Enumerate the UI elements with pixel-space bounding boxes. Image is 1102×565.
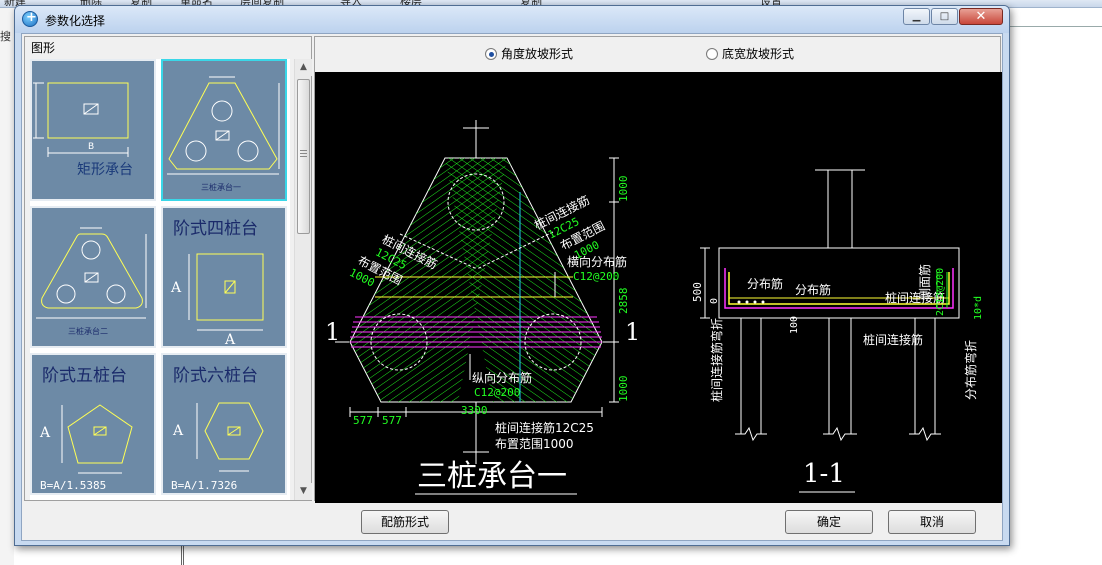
four-pile-cap-label: 阶式四桩台 [173, 219, 258, 239]
drawing-title: 三桩承台一 [417, 459, 567, 494]
four-pile-cap-dim-side: A [170, 280, 182, 296]
four-pile-cap-dim-bottom: A [224, 332, 236, 346]
background-left-strip: 搜 [0, 8, 14, 565]
sec-label-between-bar-b: 桩间连接筋 [863, 332, 923, 347]
window-title: 参数化选择 [45, 14, 106, 28]
maximize-button[interactable]: □ [931, 8, 958, 25]
five-pile-cap-dim: A [39, 425, 51, 441]
label-bottom-bar: 桩间连接筋12C25 [495, 420, 594, 435]
six-pile-cap-dim: A [172, 423, 184, 439]
slope-form-options: 角度放坡形式 底宽放坡形式 [315, 45, 1002, 65]
three-pile-cap-2-label: 三桩承台二 [68, 326, 108, 336]
section-mark-left: 1 [325, 318, 340, 346]
pile-cap-drawing: 1 1 1000 2858 1000 577 577 3300 桩间连接筋 12… [315, 72, 1002, 503]
dim-3300: 3300 [461, 404, 488, 417]
ok-button[interactable]: 确定 [785, 510, 873, 534]
three-pile-cap-1-label: 三桩承台一 [201, 182, 241, 192]
radio-dot-selected[interactable] [485, 47, 497, 60]
drawing-canvas: 1 1 1000 2858 1000 577 577 3300 桩间连接筋 12… [315, 72, 1007, 503]
dim-1000-bottom: 1000 [617, 376, 630, 403]
scroll-up-button[interactable]: ▲ [295, 59, 312, 76]
five-pile-cap-formula: B=A/1.5385 [40, 479, 106, 492]
background-splitter [181, 545, 184, 565]
label-horiz-dist-spec: C12@200 [573, 270, 619, 283]
shape-list: B 矩形承台 三桩承台一 三桩承台二 阶式四桩台 A A 阶式五桩台 A B=A… [30, 59, 290, 500]
three-pile-cap-2-diagram: 三桩承台二 [36, 227, 147, 336]
six-pile-cap-label: 阶式六桩台 [173, 366, 258, 386]
six-pile-cap-formula: B=A/1.7326 [171, 479, 237, 492]
radio-bottom-width-slope[interactable]: 底宽放坡形式 [706, 45, 794, 62]
radio-bottom-width-slope-label: 底宽放坡形式 [722, 47, 795, 61]
parametric-select-dialog: 参数化选择 ▁ □ ✕ 图形 [14, 5, 1010, 546]
three-pile-cap-1-diagram: 三桩承台一 [167, 76, 280, 192]
rebar-form-button[interactable]: 配筋形式 [361, 510, 449, 534]
app-icon [22, 10, 38, 27]
grip-icon [300, 150, 307, 151]
shape-thumb-five-pile-cap[interactable]: 阶式五桩台 A B=A/1.5385 [30, 353, 156, 495]
label-horiz-dist-bar: 横向分布筋 [567, 254, 627, 269]
window-controls: ▁ □ ✕ [903, 8, 1003, 25]
four-pile-cap-diagram: 阶式四桩台 A A [170, 219, 264, 346]
label-long-dist-bar: 纵向分布筋 [472, 370, 532, 385]
shape-thumb-six-pile-cap[interactable]: 阶式六桩台 A B=A/1.7326 [161, 353, 287, 495]
chevron-down-icon: ▼ [300, 486, 307, 496]
dim-1000-top: 1000 [617, 176, 630, 203]
shape-thumb-rect-cap[interactable]: B 矩形承台 [30, 59, 156, 201]
section-mark-right: 1 [625, 318, 640, 346]
sec-dim-500: 500 [691, 282, 704, 302]
shape-panel: 图形 B 矩形承台 三桩承台一 三桩承台二 阶式四桩台 A A 阶式五桩台 A … [24, 36, 312, 501]
section-title: 1-1 [803, 459, 845, 489]
sec-label-side-bar: 侧面筋 [917, 264, 932, 300]
sec-dim-100: 100 [789, 316, 800, 334]
close-button[interactable]: ✕ [959, 8, 1003, 25]
label-long-dist-spec: C12@200 [474, 386, 520, 399]
radio-angle-slope[interactable]: 角度放坡形式 [485, 45, 573, 62]
radio-angle-slope-label: 角度放坡形式 [501, 47, 574, 61]
shape-thumb-three-pile-cap-2[interactable]: 三桩承台二 [30, 206, 156, 348]
scrollbar-thumb[interactable] [297, 79, 310, 234]
cancel-button[interactable]: 取消 [888, 510, 976, 534]
sec-label-dist-bar-b: 分布筋 [795, 282, 831, 297]
rect-cap-dim: B [88, 142, 94, 152]
minimize-button[interactable]: ▁ [903, 8, 930, 25]
sec-dim-10d: 10*d [973, 296, 984, 320]
maximize-icon: □ [939, 10, 950, 22]
sec-label-dist-bar-a: 分布筋 [747, 276, 783, 291]
shape-panel-title: 图形 [31, 41, 56, 55]
close-icon: ✕ [975, 9, 987, 24]
chevron-up-icon: ▲ [300, 62, 307, 72]
dim-577-b: 577 [382, 414, 402, 427]
sec-label-bend-right: 分布筋弯折 [963, 340, 978, 400]
title-bar[interactable]: 参数化选择 ▁ □ ✕ [15, 6, 1009, 33]
five-pile-cap-label: 阶式五桩台 [42, 366, 127, 386]
five-pile-cap-diagram: 阶式五桩台 A B=A/1.5385 [39, 366, 133, 492]
rect-cap-diagram: B 矩形承台 [33, 82, 133, 178]
scroll-down-button[interactable]: ▼ [295, 483, 312, 500]
rect-cap-label: 矩形承台 [77, 162, 133, 178]
dim-2858: 2858 [617, 288, 630, 315]
shape-list-scrollbar[interactable]: ▲ ▼ [294, 59, 312, 500]
minimize-icon: ▁ [912, 10, 921, 22]
dialog-body: 图形 B 矩形承台 三桩承台一 三桩承台二 阶式四桩台 A A 阶式五桩台 A … [21, 33, 1003, 541]
preview-panel: 角度放坡形式 底宽放坡形式 1 1 1000 2858 1000 577 577… [314, 36, 1002, 503]
shape-thumb-three-pile-cap-1[interactable]: 三桩承台一 [161, 59, 287, 201]
radio-dot[interactable] [706, 47, 718, 60]
six-pile-cap-diagram: 阶式六桩台 A B=A/1.7326 [171, 366, 264, 492]
dim-577-a: 577 [353, 414, 373, 427]
rebar-band-bottom [350, 316, 602, 348]
sec-dim-0: 0 [709, 298, 720, 304]
bg-left-label: 搜 [0, 30, 11, 43]
sec-label-bend-left: 桩间连接筋弯折 [709, 318, 724, 402]
shape-thumb-four-pile-cap[interactable]: 阶式四桩台 A A [161, 206, 287, 348]
background-divider [1010, 26, 1102, 27]
sec-label-side-spec: 2C12@200 [935, 268, 946, 316]
label-bottom-range: 布置范围1000 [495, 437, 574, 451]
